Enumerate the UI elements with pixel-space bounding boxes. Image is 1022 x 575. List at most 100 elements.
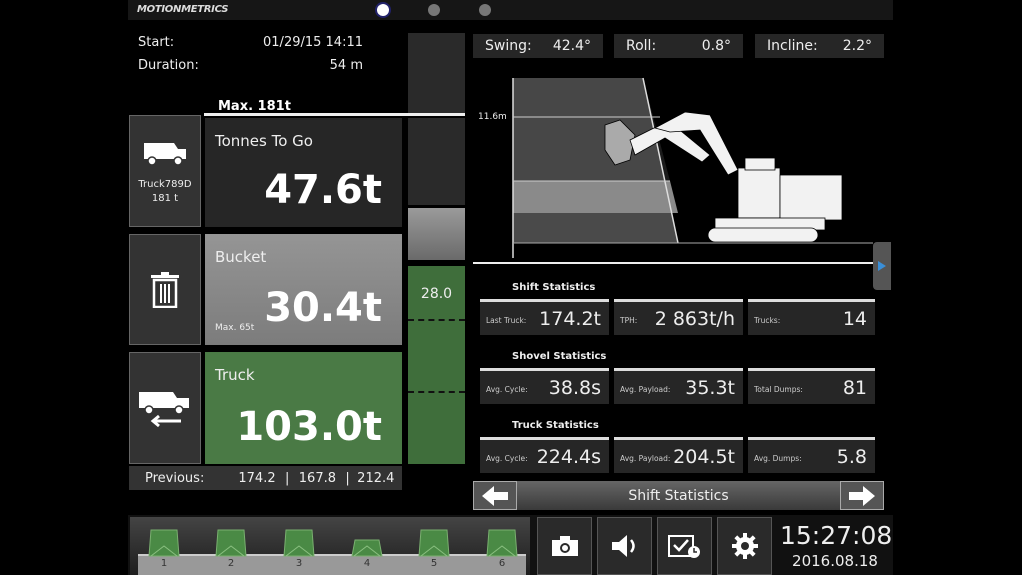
start-label: Start: xyxy=(138,35,175,50)
triangle-right-icon xyxy=(878,261,886,271)
stat-label: Trucks: xyxy=(754,316,781,325)
bucket-icon xyxy=(418,529,450,557)
stat-value: 38.8s xyxy=(548,377,601,399)
bucket-number: 3 xyxy=(295,558,303,569)
stat-label: Avg. Payload: xyxy=(620,454,671,463)
stat-label: Avg. Dumps: xyxy=(754,454,802,463)
stats-section-title: Shovel Statistics xyxy=(512,351,607,362)
camera-button[interactable] xyxy=(537,517,592,575)
bucket-icon xyxy=(148,529,180,557)
gauge-bucket-segment xyxy=(408,208,465,260)
floor-zone xyxy=(513,181,678,213)
stat-card: Total Dumps: 81 xyxy=(748,368,875,404)
stat-card: Trucks: 14 xyxy=(748,299,875,335)
stat-label: Total Dumps: xyxy=(754,385,803,394)
stats-section-title: Truck Statistics xyxy=(512,420,599,431)
dump-button[interactable] xyxy=(129,352,201,464)
speaker-icon xyxy=(611,535,635,557)
stat-value: 204.5t xyxy=(673,446,735,468)
bucket-number: 6 xyxy=(498,558,506,569)
tile-title: Truck xyxy=(215,366,255,384)
schedule-icon xyxy=(667,535,700,558)
schedule-button[interactable] xyxy=(657,517,712,575)
clock-time: 15:27:08 xyxy=(780,521,893,550)
bucket-number: 4 xyxy=(363,558,371,569)
start-value: 01/29/15 14:11 xyxy=(263,35,363,50)
truck-icon xyxy=(144,142,186,166)
trash-icon xyxy=(151,271,179,308)
shovel-diagram xyxy=(512,77,873,258)
next-page-button[interactable] xyxy=(840,481,884,510)
gear-icon xyxy=(731,533,758,559)
bucket-number: 5 xyxy=(430,558,438,569)
bucket-icon xyxy=(486,529,518,557)
previous-value: 167.8 xyxy=(298,470,336,486)
tile-title: Bucket xyxy=(215,248,267,266)
swing-label: Swing: xyxy=(485,38,532,54)
previous-label: Previous: xyxy=(145,470,205,486)
bucket-pass-1[interactable] xyxy=(148,528,180,558)
previous-page-button[interactable] xyxy=(473,481,517,510)
bucket-pass-5[interactable] xyxy=(418,528,450,558)
bucket-pass-3[interactable] xyxy=(283,528,315,558)
incline-label: Incline: xyxy=(767,38,818,54)
stats-section-title: Shift Statistics xyxy=(512,282,596,293)
roll-value: 0.8° xyxy=(701,38,731,54)
page-indicator-2[interactable] xyxy=(428,4,440,16)
truck-select-button[interactable]: Truck789D 181 t xyxy=(129,115,201,227)
stat-label: Avg. Cycle: xyxy=(486,454,528,463)
truck-name: Truck789D xyxy=(138,178,192,190)
bucket-tile: Bucket Max. 65t 30.4t xyxy=(205,234,402,345)
arrow-right-icon xyxy=(849,485,875,506)
truck-capacity: 181 t xyxy=(151,192,179,204)
bucket-number: 1 xyxy=(160,558,168,569)
roll-readout: Roll: 0.8° xyxy=(614,34,743,58)
stat-value: 81 xyxy=(842,377,867,399)
duration-value: 54 m xyxy=(329,58,363,73)
volume-button[interactable] xyxy=(597,517,652,575)
gauge-divider xyxy=(408,319,465,321)
page-indicator-1[interactable] xyxy=(377,4,389,16)
stat-card: Avg. Payload: 204.5t xyxy=(614,437,743,473)
max-load-line xyxy=(204,113,465,116)
previous-value: 174.2 xyxy=(238,470,276,486)
page-indicator-3[interactable] xyxy=(479,4,491,16)
stat-value: 35.3t xyxy=(685,377,735,399)
height-label: 11.6m xyxy=(478,112,507,122)
bucket-pass-4[interactable] xyxy=(351,528,383,558)
top-bar xyxy=(128,0,893,20)
bucket-pass-2[interactable] xyxy=(215,528,247,558)
truck-tile: Truck 103.0t xyxy=(205,352,402,464)
stat-label: Avg. Payload: xyxy=(620,385,671,394)
truck-dump-icon xyxy=(139,392,189,428)
arrow-left-icon xyxy=(482,485,508,506)
discard-button[interactable] xyxy=(129,234,201,345)
bucket-number: 2 xyxy=(227,558,235,569)
gauge-truck-segment: 28.0 xyxy=(408,266,465,464)
tile-value: 30.4t xyxy=(264,285,382,331)
bucket-icon xyxy=(215,529,247,557)
expand-panel-tab[interactable] xyxy=(873,242,891,290)
tile-value: 47.6t xyxy=(264,167,382,213)
gauge-divider xyxy=(408,391,465,393)
incline-readout: Incline: 2.2° xyxy=(755,34,884,58)
stat-card: TPH: 2 863t/h xyxy=(614,299,743,335)
stat-card: Avg. Cycle: 224.4s xyxy=(480,437,609,473)
bucket-icon xyxy=(351,539,383,557)
settings-button[interactable] xyxy=(717,517,772,575)
bucket-pass-6[interactable] xyxy=(486,528,518,558)
stat-label: Last Truck: xyxy=(486,316,527,325)
stat-value: 224.4s xyxy=(536,446,601,468)
stat-card: Avg. Payload: 35.3t xyxy=(614,368,743,404)
stat-value: 14 xyxy=(842,308,867,330)
bucket-history-base xyxy=(138,554,526,575)
previous-loads: Previous: 174.2 | 167.8 | 212.4 xyxy=(129,466,402,490)
stat-card: Avg. Cycle: 38.8s xyxy=(480,368,609,404)
stat-card: Last Truck: 174.2t xyxy=(480,299,609,335)
stat-value: 5.8 xyxy=(836,446,867,468)
stat-value: 174.2t xyxy=(539,308,601,330)
roll-label: Roll: xyxy=(626,38,657,54)
previous-value: 212.4 xyxy=(357,470,395,486)
logo: MOTIONMETRICS xyxy=(137,4,229,15)
bucket-icon xyxy=(283,529,315,557)
